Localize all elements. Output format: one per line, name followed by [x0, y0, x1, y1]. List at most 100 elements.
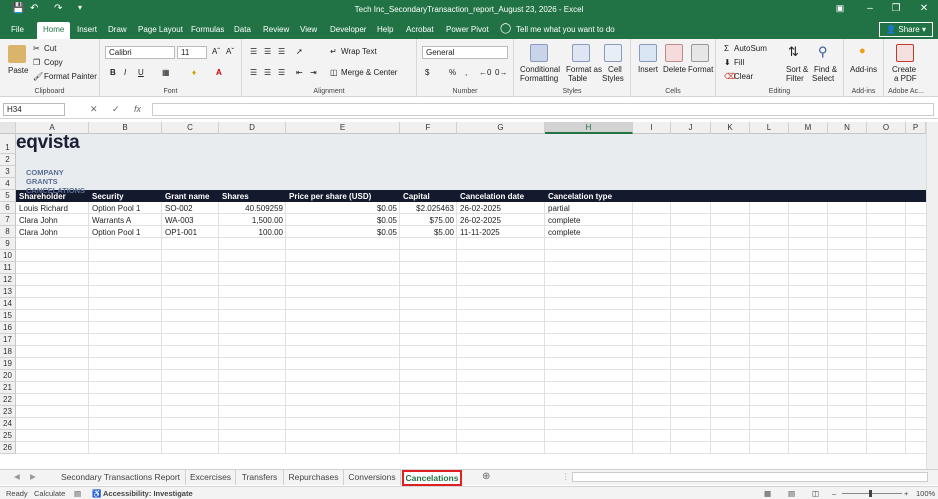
bottom-align-icon[interactable]: ☰ — [278, 47, 285, 56]
cut-button[interactable]: Cut — [44, 44, 56, 53]
paste-button[interactable]: Paste — [8, 66, 28, 75]
restore-icon[interactable]: ❐ — [884, 3, 908, 14]
column-header[interactable]: B — [89, 122, 162, 134]
table-cell[interactable]: SO-002 — [165, 203, 193, 214]
prev-sheet-icon[interactable]: ◀ — [14, 472, 20, 481]
addins-button[interactable]: Add-ins — [850, 65, 877, 74]
find-select-button[interactable]: Find & — [814, 65, 837, 74]
horizontal-scrollbar[interactable] — [572, 472, 928, 482]
table-header-cell[interactable]: Price per share (USD) — [289, 191, 371, 202]
tab-split-icon[interactable]: ⋮ — [562, 472, 570, 481]
row-header[interactable]: 18 — [0, 346, 16, 358]
accessibility-icon[interactable]: ♿ — [92, 489, 101, 498]
tab-insert[interactable]: Insert — [77, 25, 97, 34]
sheet-tab-repurchases[interactable]: Repurchases — [284, 470, 344, 485]
table-cell[interactable]: 100.00 — [219, 227, 283, 238]
format-cells-button[interactable]: Format — [688, 65, 713, 74]
underline-button[interactable]: U — [138, 68, 144, 77]
table-cell[interactable]: complete — [548, 227, 580, 238]
paste-icon[interactable] — [8, 45, 26, 63]
table-cell[interactable]: 26-02-2025 — [460, 203, 501, 214]
format-as-table-icon[interactable] — [572, 44, 590, 62]
column-header[interactable]: A — [16, 122, 89, 134]
increase-indent-icon[interactable]: ⇥ — [310, 68, 317, 77]
tab-home[interactable]: Home — [37, 22, 71, 39]
table-cell[interactable]: $2.025463 — [400, 203, 454, 214]
status-accessibility[interactable]: Accessibility: Investigate — [103, 489, 193, 498]
name-box[interactable]: H34 — [3, 103, 65, 116]
row-header[interactable]: 16 — [0, 322, 16, 334]
number-format-select[interactable]: General — [422, 46, 508, 59]
sort-filter-button[interactable]: Sort & — [786, 65, 808, 74]
delete-cells-button[interactable]: Delete — [663, 65, 686, 74]
share-button[interactable]: 👤 Share ▾ — [879, 22, 933, 37]
insert-cells-button[interactable]: Insert — [638, 65, 658, 74]
table-cell[interactable]: $75.00 — [400, 215, 454, 226]
row-header[interactable]: 2 — [0, 154, 16, 166]
row-header[interactable]: 6 — [0, 202, 16, 214]
tab-formulas[interactable]: Formulas — [191, 25, 224, 34]
create-pdf-button[interactable]: Create — [892, 65, 916, 74]
cut-icon[interactable]: ✂ — [33, 44, 40, 53]
zoom-out-icon[interactable]: – — [832, 489, 836, 498]
wrap-text-icon[interactable]: ↵ — [330, 47, 337, 56]
find-select-icon[interactable]: ⚲ — [818, 44, 828, 60]
zoom-in-icon[interactable]: + — [904, 489, 908, 498]
column-header[interactable]: F — [400, 122, 457, 134]
column-header[interactable]: J — [671, 122, 711, 134]
copy-button[interactable]: Copy — [44, 58, 63, 67]
orientation-icon[interactable]: ➚ — [296, 47, 303, 56]
row-header[interactable]: 24 — [0, 418, 16, 430]
column-header[interactable]: P — [906, 122, 926, 134]
cell-styles-icon[interactable] — [604, 44, 622, 62]
normal-view-icon[interactable]: ▦ — [764, 489, 771, 498]
currency-button[interactable]: $ — [425, 68, 429, 77]
increase-decimal-icon[interactable]: ←0 — [479, 68, 491, 77]
zoom-slider[interactable] — [842, 493, 902, 494]
page-break-view-icon[interactable]: ◫ — [812, 489, 819, 498]
cell-styles-button[interactable]: Cell — [608, 65, 622, 74]
confirm-entry-icon[interactable]: ✓ — [112, 104, 120, 115]
table-cell[interactable]: Clara John — [19, 227, 58, 238]
column-header[interactable]: K — [711, 122, 750, 134]
row-header[interactable]: 10 — [0, 250, 16, 262]
table-cell[interactable]: Option Pool 1 — [92, 203, 140, 214]
row-header[interactable]: 4 — [0, 178, 16, 190]
table-header-cell[interactable]: Capital — [403, 191, 430, 202]
addins-icon[interactable]: ● — [859, 45, 866, 57]
table-cell[interactable]: Option Pool 1 — [92, 227, 140, 238]
row-header[interactable]: 22 — [0, 394, 16, 406]
table-cell[interactable]: $0.05 — [286, 203, 397, 214]
clear-button[interactable]: Clear — [734, 72, 753, 81]
increase-font-icon[interactable]: Aˆ — [212, 47, 220, 56]
sheet-tab-excercises[interactable]: Excercises — [186, 470, 236, 485]
row-header[interactable]: 1 — [0, 134, 16, 154]
italic-button[interactable]: I — [124, 68, 126, 77]
conditional-formatting-button[interactable]: Conditional — [520, 65, 560, 74]
font-name-select[interactable]: Calibri — [105, 46, 175, 59]
align-center-icon[interactable]: ☰ — [264, 68, 271, 77]
select-all-corner[interactable] — [0, 122, 16, 134]
close-icon[interactable]: ✕ — [912, 3, 936, 14]
cancel-entry-icon[interactable]: ✕ — [90, 104, 98, 115]
table-cell[interactable]: 40.509259 — [219, 203, 283, 214]
table-cell[interactable]: $0.05 — [286, 215, 397, 226]
add-sheet-icon[interactable]: ⊕ — [482, 471, 490, 482]
format-painter-icon[interactable]: 🖌 — [33, 72, 43, 81]
insert-cells-icon[interactable] — [639, 44, 657, 62]
table-cell[interactable]: WA-003 — [165, 215, 194, 226]
sheet-tab-secondary-transactions[interactable]: Secondary Transactions Report — [56, 470, 186, 485]
tab-help[interactable]: Help — [377, 25, 393, 34]
zoom-level[interactable]: 100% — [916, 489, 935, 498]
fill-color-icon[interactable]: ♦ — [192, 68, 196, 77]
vertical-scrollbar[interactable] — [926, 122, 938, 469]
row-header[interactable]: 14 — [0, 298, 16, 310]
decrease-font-icon[interactable]: Aˇ — [226, 47, 234, 56]
top-align-icon[interactable]: ☰ — [250, 47, 257, 56]
autosum-button[interactable]: AutoSum — [734, 44, 767, 53]
row-header[interactable]: 5 — [0, 190, 16, 202]
column-header[interactable]: G — [457, 122, 545, 134]
tab-acrobat[interactable]: Acrobat — [406, 25, 434, 34]
row-header[interactable]: 20 — [0, 370, 16, 382]
decrease-decimal-icon[interactable]: 0→ — [495, 68, 507, 77]
